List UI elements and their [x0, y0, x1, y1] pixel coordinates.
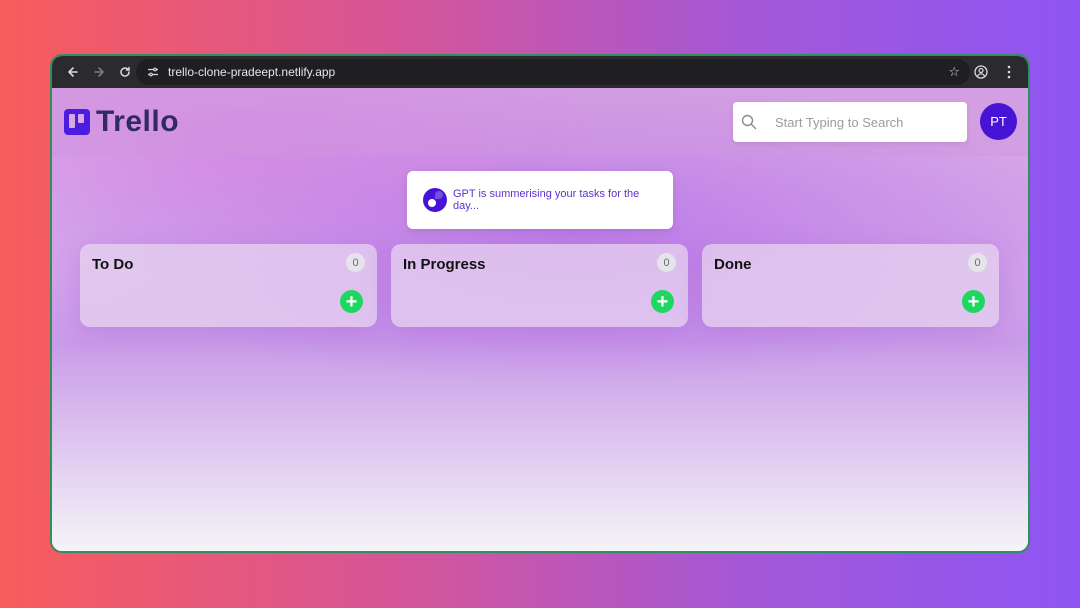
site-settings-icon[interactable]	[144, 63, 162, 81]
column-in-progress: In Progress 0 +	[391, 244, 688, 327]
task-count-badge: 0	[346, 253, 365, 272]
column-title: To Do	[92, 256, 134, 273]
search-input[interactable]	[775, 114, 959, 130]
bookmark-star-icon[interactable]: ☆	[948, 64, 960, 80]
task-count-badge: 0	[657, 253, 676, 272]
gpt-spinner-icon	[423, 188, 447, 212]
column-title: In Progress	[403, 256, 486, 273]
profile-icon	[974, 65, 988, 79]
board-columns: To Do 0 + In Progress 0 + Done 0 +	[80, 244, 999, 327]
arrow-right-icon	[94, 67, 104, 77]
back-button[interactable]	[60, 59, 86, 85]
trello-board-icon	[64, 109, 90, 135]
browser-toolbar: trello-clone-pradeept.netlify.app ☆	[52, 56, 1028, 88]
app-root: Trello PT GPT is summerising your tasks …	[52, 88, 1028, 551]
browser-menu-button[interactable]	[996, 59, 1022, 85]
task-count-badge: 0	[968, 253, 987, 272]
kebab-menu-icon	[1007, 65, 1011, 79]
add-task-button[interactable]: +	[962, 290, 985, 313]
search-icon	[741, 114, 757, 130]
gpt-summary-card: GPT is summerising your tasks for the da…	[407, 171, 673, 229]
plus-icon: +	[656, 290, 669, 313]
add-task-button[interactable]: +	[651, 290, 674, 313]
reload-icon	[120, 66, 130, 77]
url-text[interactable]: trello-clone-pradeept.netlify.app	[168, 65, 948, 79]
column-done: Done 0 +	[702, 244, 999, 327]
trello-logo[interactable]: Trello	[64, 105, 179, 139]
user-avatar[interactable]: PT	[980, 103, 1017, 140]
add-task-button[interactable]: +	[340, 290, 363, 313]
forward-button[interactable]	[86, 59, 112, 85]
browser-window: trello-clone-pradeept.netlify.app ☆ Trel…	[50, 54, 1030, 553]
plus-icon: +	[967, 290, 980, 313]
column-todo: To Do 0 +	[80, 244, 377, 327]
logo-text: Trello	[96, 105, 180, 138]
plus-icon: +	[345, 290, 358, 313]
profile-button[interactable]	[968, 59, 994, 85]
reload-button[interactable]	[112, 59, 138, 85]
address-bar[interactable]: trello-clone-pradeept.netlify.app ☆	[136, 59, 970, 85]
search-box[interactable]	[733, 102, 967, 142]
arrow-left-icon	[68, 67, 78, 77]
app-header: Trello PT	[52, 88, 1028, 156]
column-title: Done	[714, 256, 752, 273]
gpt-summary-text: GPT is summerising your tasks for the da…	[453, 188, 640, 212]
